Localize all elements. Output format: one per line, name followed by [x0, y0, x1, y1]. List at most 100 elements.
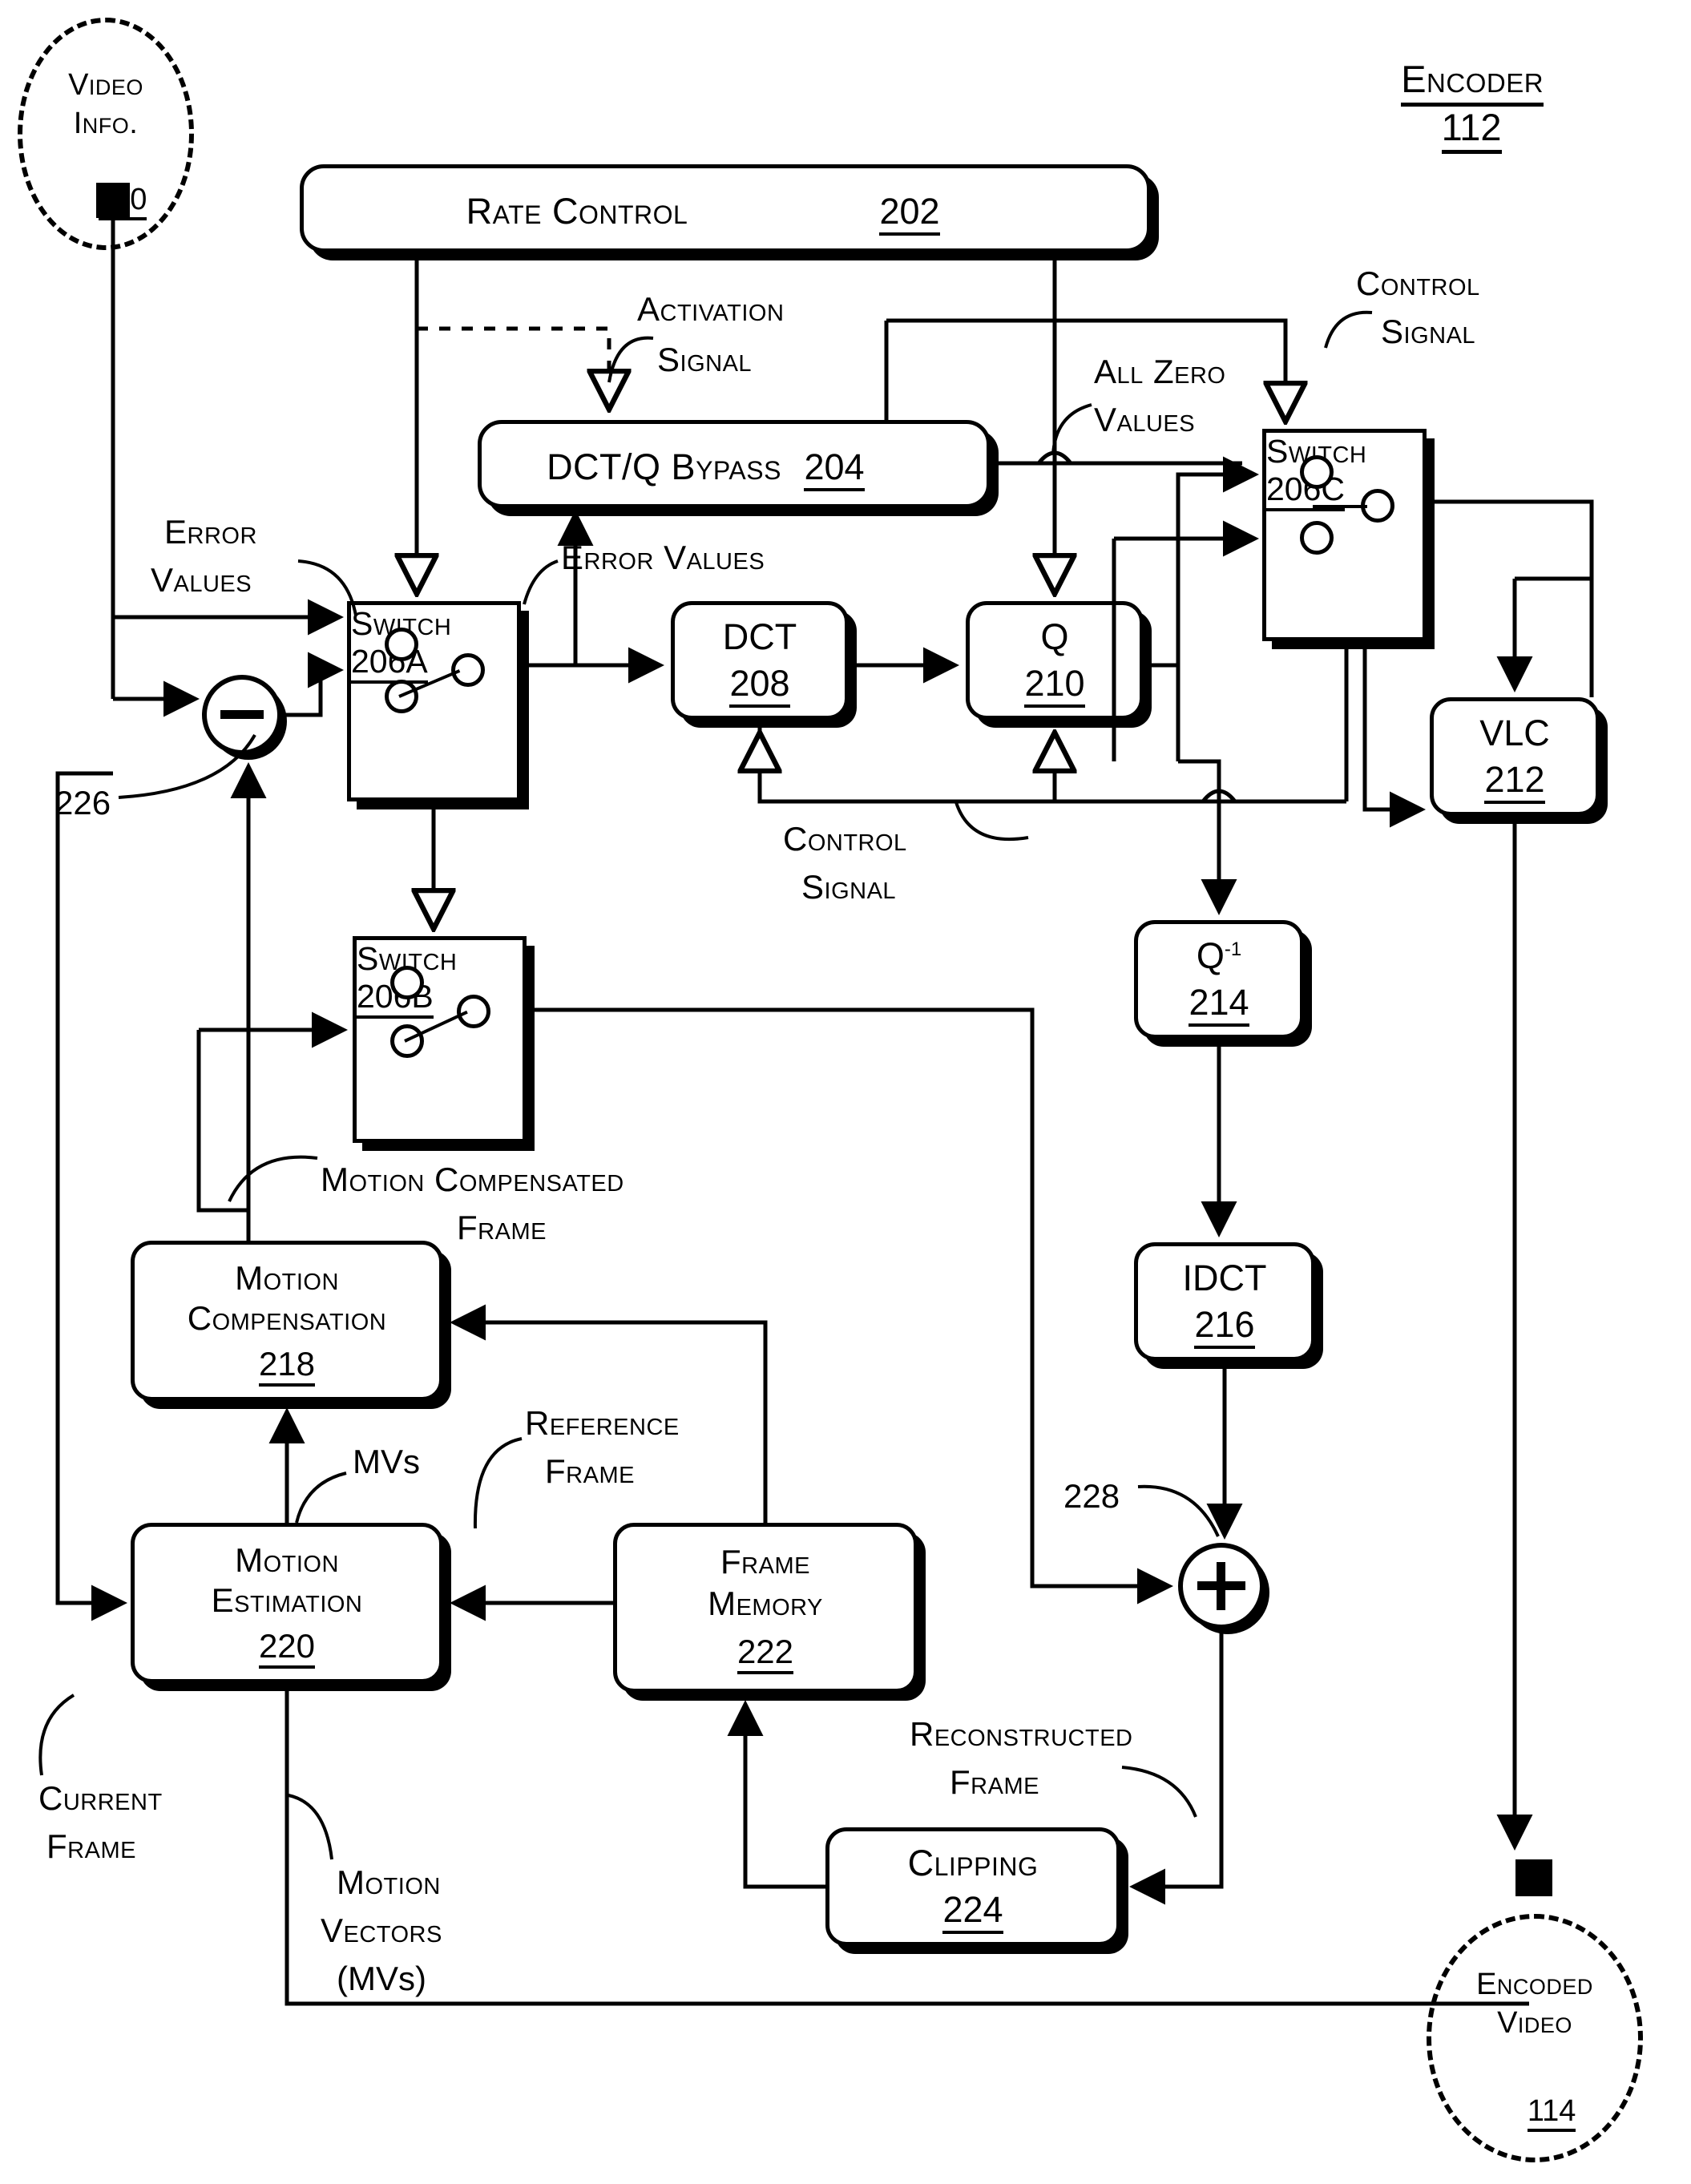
rate-control-ref: 202: [672, 191, 1147, 236]
encoded-video-line1: Encoded: [1476, 1968, 1593, 2001]
leader-motion-vectors: [288, 1794, 333, 1860]
motion-compensation-ref: 218: [135, 1345, 439, 1387]
label-motion-vectors-line2: Vectors: [321, 1912, 442, 1949]
wire-error-values-to-switch206a: [282, 652, 345, 717]
switch-206a-ref: 206A: [351, 643, 517, 684]
encoded-video-line2: Video: [1497, 2006, 1572, 2040]
label-error-values-left-line1: Error: [164, 513, 257, 551]
label-motion-vectors-line3: (MVs): [337, 1960, 426, 1997]
label-control-signal-top-line2: Signal: [1381, 313, 1476, 350]
leader-mvs: [295, 1471, 347, 1524]
block-dct-q-bypass[interactable]: DCT/Q Bypass 204: [478, 420, 991, 508]
subtractor-ref: 226: [54, 784, 111, 822]
label-activation-signal-line1: Activation: [637, 290, 785, 328]
q-label: Q: [1040, 616, 1069, 657]
figure-title-ref: 112: [1330, 64, 1571, 191]
idct-label: IDCT: [1182, 1258, 1267, 1298]
wire-q-right-out: [1144, 663, 1180, 761]
motion-estimation-line2: Estimation: [211, 1581, 363, 1619]
label-reconstructed-frame-line1: Reconstructed: [910, 1715, 1133, 1753]
adder-node: [1178, 1543, 1265, 1629]
encoded-video-ref: 114: [1427, 2060, 1643, 2162]
switch-206a-label: Switch: [351, 605, 452, 642]
label-mvs: MVs: [353, 1443, 420, 1480]
frame-memory-ref: 222: [617, 1633, 914, 1674]
label-motion-vectors-line1: Motion: [337, 1863, 441, 1901]
leader-all-zero-values: [1051, 403, 1092, 455]
switch-206a-input-node-top: [385, 628, 418, 661]
label-current-frame-line1: Current: [38, 1779, 163, 1817]
block-motion-estimation[interactable]: Motion Estimation 220: [131, 1523, 443, 1683]
label-current-frame-line2: Frame: [46, 1827, 136, 1865]
dct-label: DCT: [722, 616, 797, 657]
motion-estimation-line1: Motion: [235, 1541, 339, 1579]
motion-compensation-line2: Compensation: [187, 1299, 387, 1337]
wire-control-bus-left: [757, 720, 1346, 804]
wire-hop-control-bus: [1201, 789, 1237, 803]
video-info-line2: Info.: [73, 107, 139, 140]
switch-206b-output-node: [457, 995, 490, 1028]
q-inverse-label: Q-1: [1196, 935, 1242, 976]
label-control-signal-top-line1: Control: [1356, 264, 1480, 302]
label-reconstructed-frame-line2: Frame: [950, 1763, 1039, 1801]
block-switch-206a[interactable]: Switch 206A: [347, 601, 521, 801]
adder-ref: 228: [1063, 1477, 1120, 1515]
plus-glyph-vertical: [1217, 1562, 1225, 1610]
wire-switch206c-out-right: [1427, 499, 1594, 697]
leader-228: [1137, 1484, 1220, 1537]
label-error-values-left-line2: Values: [151, 561, 252, 599]
label-control-signal-mid-line2: Signal: [801, 868, 897, 906]
wire-mc-loop: [148, 1010, 248, 1154]
label-reference-frame-line2: Frame: [545, 1452, 635, 1490]
leader-reference-frame: [473, 1437, 523, 1529]
wire-q-down-junction: [1178, 759, 1221, 801]
label-error-values-bypass: Error Values: [561, 539, 765, 576]
leader-control-signal-top: [1324, 310, 1373, 349]
block-idct[interactable]: IDCT 216: [1134, 1242, 1315, 1361]
clipping-ref: 224: [829, 1889, 1116, 1934]
wire-mc-out-riser: [196, 1030, 248, 1213]
frame-memory-line2: Memory: [708, 1585, 823, 1622]
block-rate-control[interactable]: Rate Control 202: [300, 164, 1151, 252]
dct-q-bypass-ref: 204: [682, 446, 987, 491]
q-inverse-exponent: -1: [1224, 939, 1242, 960]
leader-reconstructed-frame: [1121, 1766, 1197, 1818]
subtractor-node: [202, 675, 282, 755]
switch-206c-label: Switch: [1266, 433, 1367, 470]
leader-error-values-bypass: [523, 559, 559, 605]
block-q[interactable]: Q 210: [966, 601, 1144, 720]
label-reference-frame-line1: Reference: [525, 1404, 680, 1442]
block-q-inverse[interactable]: Q-1 214: [1134, 920, 1304, 1039]
q-inverse-ref: 214: [1138, 982, 1300, 1027]
leader-motion-compensated-frame: [228, 1155, 318, 1202]
motion-estimation-ref: 220: [135, 1627, 439, 1669]
minus-glyph: [220, 710, 264, 719]
q-ref: 210: [970, 663, 1140, 708]
block-frame-memory[interactable]: Frame Memory 222: [613, 1523, 918, 1693]
block-clipping[interactable]: Clipping 224: [825, 1827, 1120, 1946]
patent-figure-encoder: Encoder 112 Video Info. 110 Encoded Vide…: [0, 0, 1691, 2184]
switch-206b-label: Switch: [357, 940, 458, 977]
block-switch-206c[interactable]: Switch 206C: [1262, 429, 1427, 641]
block-dct[interactable]: DCT 208: [671, 601, 849, 720]
wire-bypass-to-switch206c-path: [1242, 463, 1252, 539]
vlc-ref: 212: [1434, 759, 1596, 804]
switch-206b-ref: 206B: [357, 978, 523, 1019]
wire-current-frame-to-me: [55, 771, 128, 1621]
clipping-label: Clipping: [907, 1843, 1039, 1883]
block-switch-206b[interactable]: Switch 206B: [353, 936, 527, 1143]
idct-ref: 216: [1138, 1304, 1311, 1349]
wire-hop-bypass: [1037, 450, 1072, 465]
block-motion-compensation[interactable]: Motion Compensation 218: [131, 1241, 443, 1401]
vlc-label: VLC: [1479, 713, 1550, 753]
label-activation-signal-line2: Signal: [657, 341, 753, 378]
label-control-signal-mid-line1: Control: [783, 820, 907, 858]
switch-206c-input-node-bottom: [1300, 521, 1334, 555]
switch-206c-input-node-top: [1300, 455, 1334, 489]
switch-206c-blade: [1313, 505, 1367, 508]
switch-206c-ref: 206C: [1266, 470, 1423, 511]
block-vlc[interactable]: VLC 212: [1430, 697, 1600, 816]
video-info-line1: Video: [68, 68, 143, 102]
wire-q-to-switch206c-top: [1176, 456, 1260, 665]
frame-memory-line1: Frame: [720, 1543, 810, 1580]
